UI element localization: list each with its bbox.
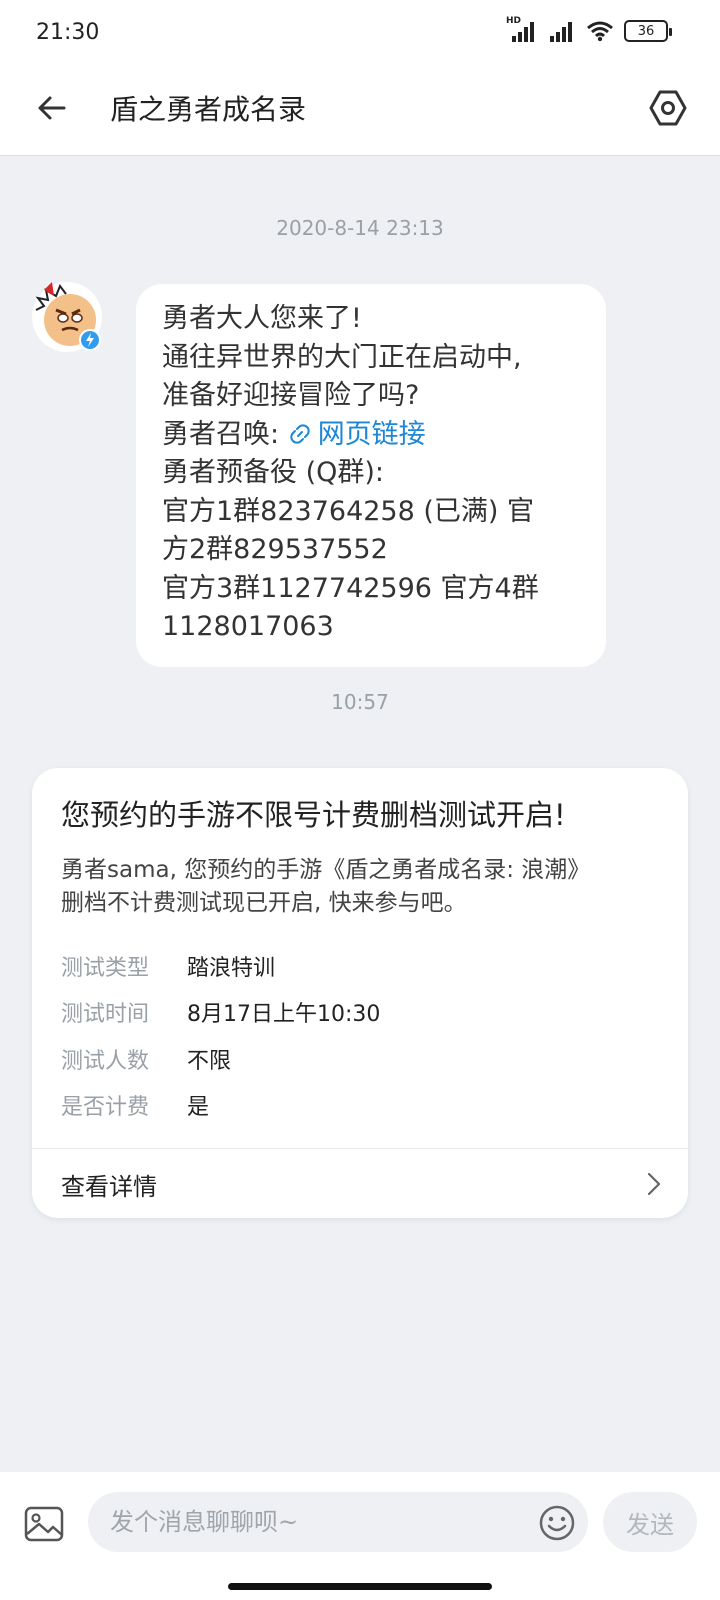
message-line: 1128017063 <box>162 611 334 642</box>
message-timestamp: 10:57 <box>331 690 389 714</box>
card-row-value: 踏浪特训 <box>187 956 276 981</box>
card-row-value: 是 <box>187 1095 210 1120</box>
message-line: 通往异世界的大门正在启动中, <box>162 341 522 373</box>
app-bar: 盾之勇者成名录 <box>0 66 720 156</box>
card-row-test-count: 测试人数 不限 <box>61 1043 231 1075</box>
card-row-value: 8月17日上午10:30 <box>187 1002 381 1027</box>
message-bubble: 勇者大人您来了! 通往异世界的大门正在启动中, 准备好迎接冒险了吗? 勇者召唤:… <box>136 284 606 667</box>
signal-icon <box>548 20 576 42</box>
card-row-test-type: 测试类型 踏浪特训 <box>61 950 275 982</box>
view-details-button[interactable]: 查看详情 <box>32 1149 688 1218</box>
message-line: 勇者预备役 (Q群): <box>162 457 384 488</box>
web-link-label: 网页链接 <box>317 418 426 450</box>
message-line: 勇者大人您来了! <box>162 303 362 334</box>
status-icons: HD 36 <box>506 16 672 42</box>
card-row-value: 不限 <box>187 1049 232 1074</box>
emoji-button[interactable] <box>538 1504 576 1542</box>
card-row-key: 测试人数 <box>61 1049 150 1074</box>
hexagon-settings-icon <box>649 90 687 126</box>
input-bar: 发送 <box>0 1472 720 1600</box>
message-line: 方2群829537552 <box>162 534 388 565</box>
card-description-line: 删档不计费测试现已开启, 快来参与吧。 <box>61 890 467 916</box>
wifi-icon <box>586 20 614 42</box>
card-description: 勇者sama, 您预约的手游《盾之勇者成名录: 浪潮》 删档不计费测试现已开启,… <box>61 854 661 920</box>
chat-area[interactable]: 2020-8-14 23:13 勇者大人您来了! 通往异世界的大门正在启动中, … <box>0 156 720 1472</box>
image-button[interactable] <box>22 1502 66 1546</box>
card-row-key: 是否计费 <box>61 1095 150 1120</box>
back-button[interactable] <box>30 86 74 130</box>
battery-icon: 36 <box>624 20 672 42</box>
smiley-icon <box>539 1505 575 1541</box>
status-bar: 21:30 HD 36 <box>0 0 720 66</box>
image-icon <box>24 1506 64 1542</box>
card-row-test-time: 测试时间 8月17日上午10:30 <box>61 996 380 1028</box>
card-row-billing: 是否计费 是 <box>61 1089 209 1121</box>
settings-button[interactable] <box>644 84 692 132</box>
chevron-right-icon <box>647 1172 661 1196</box>
card-row-key: 测试时间 <box>61 1002 150 1027</box>
message-timestamp: 2020-8-14 23:13 <box>276 216 444 240</box>
send-button[interactable]: 发送 <box>603 1492 697 1552</box>
message-input[interactable] <box>88 1492 588 1552</box>
message-line: 官方3群1127742596 官方4群 <box>162 572 539 604</box>
page-title: 盾之勇者成名录 <box>110 93 307 126</box>
message-line: 准备好迎接冒险了吗? <box>162 380 420 411</box>
web-link[interactable]: 网页链接 <box>288 419 426 450</box>
card-title: 您预约的手游不限号计费删档测试开启! <box>61 798 566 832</box>
view-details-label: 查看详情 <box>61 1173 157 1201</box>
message-line-with-link: 勇者召唤: 网页链接 <box>162 416 580 455</box>
link-icon <box>290 423 310 444</box>
avatar[interactable] <box>30 280 104 354</box>
card-description-line: 勇者sama, 您预约的手游《盾之勇者成名录: 浪潮》 <box>61 857 591 883</box>
message-line: 官方1群823764258 (已满) 官 <box>162 495 535 527</box>
home-indicator[interactable] <box>228 1583 492 1590</box>
message-line-prefix: 勇者召唤: <box>162 418 288 450</box>
arrow-left-icon <box>38 96 66 120</box>
notification-card: 您预约的手游不限号计费删档测试开启! 勇者sama, 您预约的手游《盾之勇者成名… <box>32 768 688 1218</box>
card-row-key: 测试类型 <box>61 956 150 981</box>
status-time: 21:30 <box>36 20 100 45</box>
signal-hd-icon: HD <box>506 16 538 42</box>
